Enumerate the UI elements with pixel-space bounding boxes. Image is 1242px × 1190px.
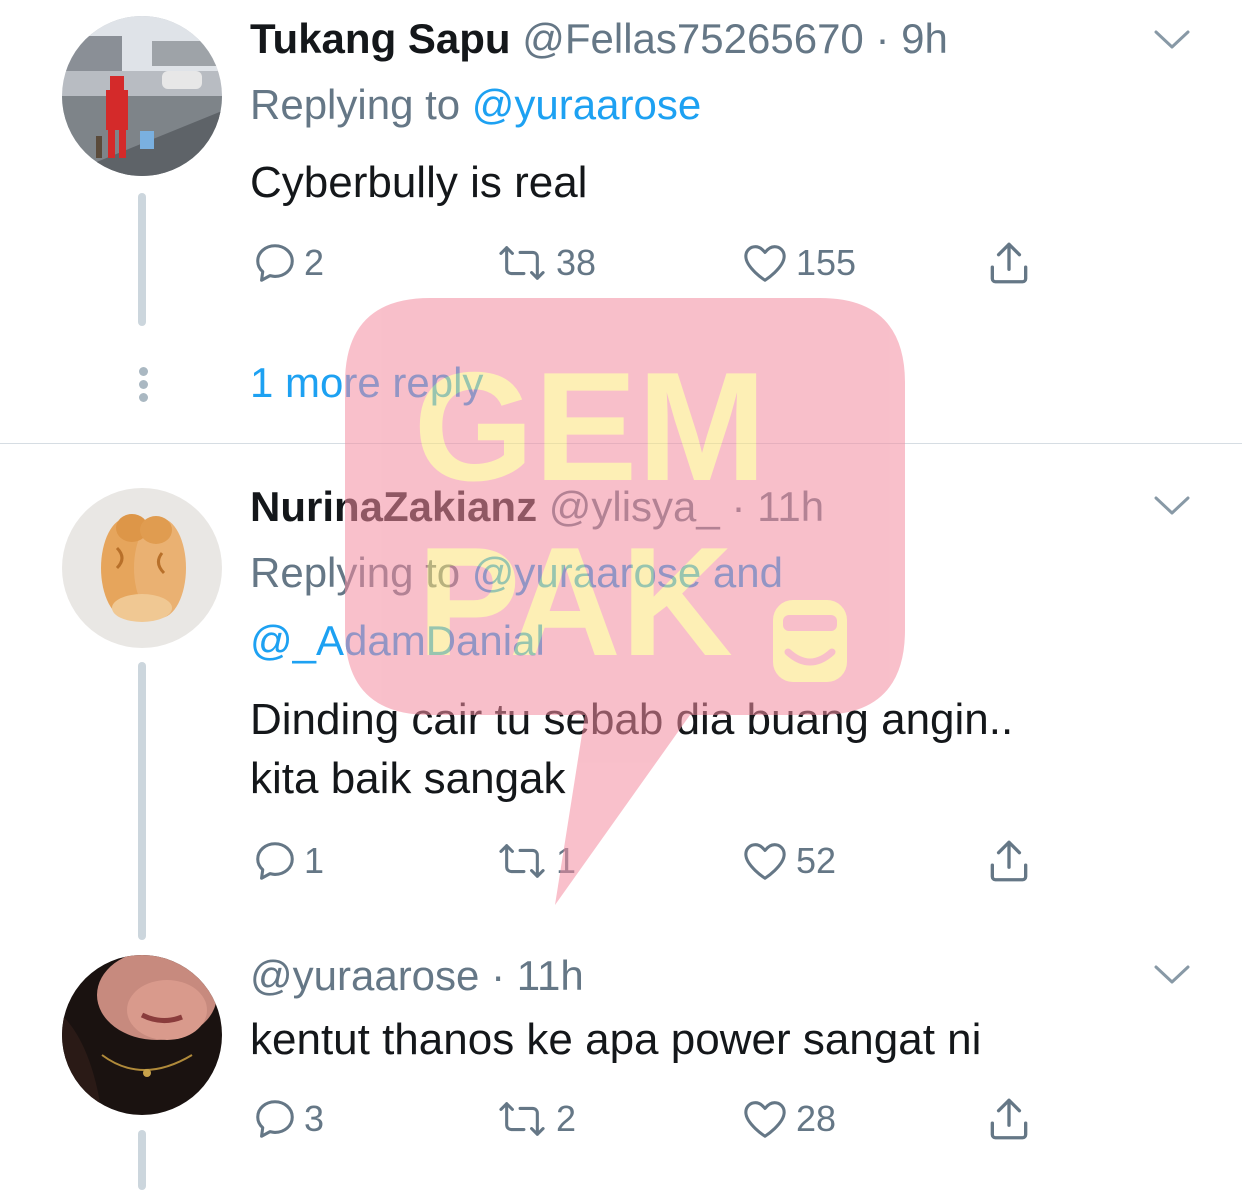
- handle[interactable]: @yuraarose: [250, 952, 479, 999]
- mention-link[interactable]: @yuraarose: [472, 81, 701, 128]
- avatar-tukang-sapu[interactable]: [62, 16, 222, 176]
- heart-icon: [744, 843, 786, 880]
- replying-to-label: Replying to: [250, 81, 461, 128]
- heart-icon: [744, 245, 786, 282]
- retweet-button[interactable]: 1: [494, 838, 576, 884]
- chevron-down-icon[interactable]: [1152, 494, 1192, 518]
- share-icon: [990, 1098, 1028, 1140]
- tweet-text: kentut thanos ke apa power sangat ni: [250, 1015, 982, 1064]
- handle[interactable]: @ylisya_: [549, 483, 720, 530]
- share-button[interactable]: [984, 238, 1034, 288]
- like-button[interactable]: 52: [740, 838, 836, 884]
- tweet-text-line: kita baik sangak: [250, 754, 566, 804]
- timestamp[interactable]: 11h: [757, 483, 824, 530]
- mention-link[interactable]: @_AdamDanial: [250, 617, 545, 664]
- handle[interactable]: @Fellas75265670: [522, 15, 864, 62]
- photo-dark-portrait-icon: [62, 955, 222, 1115]
- display-name[interactable]: Tukang Sapu: [250, 15, 511, 62]
- avatar-nurinazakianz[interactable]: [62, 488, 222, 648]
- reply-count: 3: [304, 1098, 325, 1139]
- replying-to-line2: @_AdamDanial: [250, 620, 545, 662]
- separator: ·: [491, 952, 506, 999]
- reply-icon: [256, 842, 294, 880]
- tweet-text-line: Dinding cair tu sebab dia buang angin..: [250, 695, 1014, 744]
- retweet-button[interactable]: 2: [494, 1096, 576, 1142]
- like-count: 28: [796, 1098, 837, 1139]
- timestamp[interactable]: 9h: [901, 15, 948, 62]
- timestamp[interactable]: 11h: [517, 952, 584, 999]
- sunglasses-smiley-icon: [773, 600, 847, 682]
- replying-to: Replying to @yuraarose and: [250, 552, 783, 594]
- retweet-count: 2: [556, 1098, 577, 1139]
- like-button[interactable]: 155: [740, 240, 856, 286]
- retweet-icon: [499, 844, 545, 878]
- show-more-replies-link[interactable]: 1 more reply: [250, 362, 483, 404]
- reply-count: 2: [304, 242, 325, 283]
- like-count: 155: [796, 242, 857, 283]
- retweet-icon: [499, 1102, 545, 1136]
- retweet-count: 1: [556, 840, 577, 881]
- photo-sleeping-cats-icon: [62, 488, 222, 648]
- share-icon: [990, 840, 1028, 882]
- reply-icon: [256, 1100, 294, 1138]
- reply-count: 1: [304, 840, 325, 881]
- mention-link[interactable]: @yuraarose: [472, 549, 701, 596]
- chevron-down-icon[interactable]: [1152, 963, 1192, 987]
- separator: ·: [875, 15, 890, 62]
- share-icon: [990, 242, 1028, 284]
- tweet-header: @yuraarose · 11h: [250, 955, 584, 997]
- reply-icon: [256, 244, 294, 282]
- display-name[interactable]: NurinaZakianz: [250, 483, 537, 530]
- replying-to-and[interactable]: and: [713, 549, 783, 596]
- retweet-button[interactable]: 38: [494, 240, 596, 286]
- like-count: 52: [796, 840, 837, 881]
- tweet-text: Dinding cair tu sebab dia buang angin.. …: [250, 690, 1013, 809]
- reply-button[interactable]: 1: [252, 838, 324, 884]
- tweet-header: Tukang Sapu @Fellas75265670 · 9h: [250, 18, 948, 60]
- photo-person-red-costume-icon: [62, 16, 222, 176]
- replying-to-label: Replying to: [250, 549, 461, 596]
- more-replies-dots-icon: [137, 367, 149, 406]
- heart-icon: [744, 1101, 786, 1138]
- thread-line: [138, 662, 146, 940]
- like-button[interactable]: 28: [740, 1096, 836, 1142]
- separator: ·: [731, 483, 746, 530]
- retweet-icon: [499, 246, 545, 280]
- reply-button[interactable]: 2: [252, 240, 324, 286]
- share-button[interactable]: [984, 1094, 1034, 1144]
- tweet-text: Cyberbully is real: [250, 158, 588, 207]
- replying-to: Replying to @yuraarose: [250, 84, 701, 126]
- chevron-down-icon[interactable]: [1152, 28, 1192, 52]
- retweet-count: 38: [556, 242, 597, 283]
- reply-button[interactable]: 3: [252, 1096, 324, 1142]
- thread-line: [138, 1130, 146, 1190]
- share-button[interactable]: [984, 836, 1034, 886]
- divider: [0, 443, 1242, 444]
- tweet-header: NurinaZakianz @ylisya_ · 11h: [250, 486, 824, 528]
- thread-line: [138, 193, 146, 326]
- avatar-yuraarose[interactable]: [62, 955, 222, 1115]
